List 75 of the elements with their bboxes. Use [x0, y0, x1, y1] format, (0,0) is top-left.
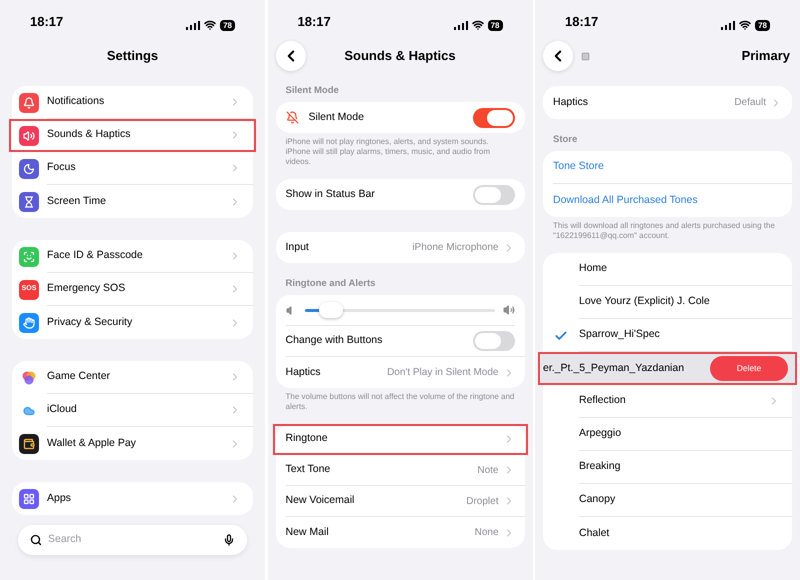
tone-name: er._Pt._5_Peyman_Yazdanian	[542, 360, 686, 376]
section-footer: iPhone will not play ringtones, alerts, and system sounds. iPhone will still play alarms, timers, music, and audio from videos.	[276, 133, 524, 167]
row-label: Sounds & Haptics	[47, 127, 132, 142]
toggle-switch[interactable]	[472, 184, 514, 204]
wifi-icon	[739, 19, 752, 31]
row-value: Note	[477, 464, 498, 478]
row-value: Droplet	[466, 494, 498, 508]
signal-icon	[186, 20, 200, 30]
tone-name[interactable]: Chalet	[579, 526, 780, 542]
row-label: Text Tone	[286, 462, 332, 478]
section-footer: This will download all ringtones and alerts purchased using the "1622199611@qq.com" account.	[543, 217, 792, 241]
row-label: Change with Buttons	[286, 333, 384, 348]
row-value: None	[474, 526, 498, 540]
signal-icon	[454, 20, 468, 30]
row-label: Input	[286, 240, 310, 255]
bell-off-icon	[286, 111, 298, 124]
row-label: iCloud	[47, 402, 78, 418]
row-value: Default	[734, 96, 766, 110]
row-label: Haptics	[286, 364, 322, 380]
speaker-loud-icon	[502, 304, 514, 316]
tone-name[interactable]: Sparrow_Hi'Spec	[579, 327, 780, 343]
back-button[interactable]	[276, 41, 306, 71]
row-label: Apps	[47, 490, 72, 506]
row-label: Focus	[47, 160, 77, 176]
microphone-icon	[223, 534, 235, 546]
row-label: Ringtone	[286, 431, 329, 446]
signal-icon	[721, 20, 736, 30]
store-link[interactable]: Download All Purchased Tones	[553, 192, 698, 208]
row-label: Wallet & Apple Pay	[47, 436, 137, 451]
screen-title: Settings	[106, 47, 158, 66]
back-button[interactable]	[543, 41, 573, 71]
search-bar[interactable]: Search	[18, 525, 247, 555]
square-icon	[581, 52, 590, 60]
battery-indicator: 78	[220, 20, 235, 30]
section-footer: The volume buttons will not affect the volume of the ringtone and alerts.	[276, 388, 524, 412]
tone-name[interactable]: Reflection	[579, 393, 768, 409]
search-icon	[30, 534, 42, 546]
toggle-switch[interactable]	[472, 331, 514, 351]
tone-name[interactable]: Love Yourz (Explicit) J. Cole	[579, 294, 780, 310]
status-time: 18:17	[565, 12, 598, 30]
row-value: Don't Play in Silent Mode	[387, 366, 498, 380]
row-label: Privacy & Security	[47, 314, 134, 330]
screen-title: Primary	[742, 47, 791, 66]
wifi-icon	[472, 19, 484, 31]
row-label: Screen Time	[47, 194, 107, 209]
toggle-switch[interactable]	[472, 108, 514, 128]
wifi-icon	[204, 19, 216, 31]
status-time: 18:17	[30, 12, 64, 30]
battery-indicator: 78	[755, 20, 770, 30]
swiped-tone-row[interactable]: er._Pt._5_Peyman_Yazdanian Delete	[541, 352, 794, 385]
section-header: Store	[553, 132, 578, 147]
delete-button[interactable]: Delete	[710, 356, 788, 381]
row-label: New Mail	[286, 524, 330, 540]
tone-name[interactable]: Arpeggio	[579, 426, 780, 442]
section-header: Ringtone and Alerts	[286, 276, 376, 291]
section-header: Silent Mode	[286, 84, 339, 98]
screen-title: Sounds & Haptics	[344, 47, 456, 66]
tone-name[interactable]: Breaking	[579, 459, 780, 475]
tone-name[interactable]: Canopy	[579, 492, 780, 508]
row-label: Show in Status Bar	[286, 186, 376, 202]
row-label: Emergency SOS	[47, 281, 126, 296]
row-label: Notifications	[47, 94, 106, 110]
row-value: iPhone Microphone	[412, 241, 498, 255]
store-link[interactable]: Tone Store	[553, 159, 604, 175]
slider-thumb[interactable]	[319, 302, 344, 318]
search-field[interactable]: Search	[48, 532, 217, 548]
row-label: Game Center	[47, 369, 112, 384]
battery-indicator: 78	[488, 20, 502, 30]
status-time: 18:17	[298, 12, 331, 30]
volume-slider[interactable]	[304, 301, 494, 319]
tone-name[interactable]: Home	[579, 261, 780, 277]
row-label: Haptics	[553, 94, 590, 110]
row-label: New Voicemail	[286, 493, 356, 508]
row-label: Silent Mode	[308, 110, 365, 125]
row-label: Face ID & Passcode	[47, 248, 144, 264]
